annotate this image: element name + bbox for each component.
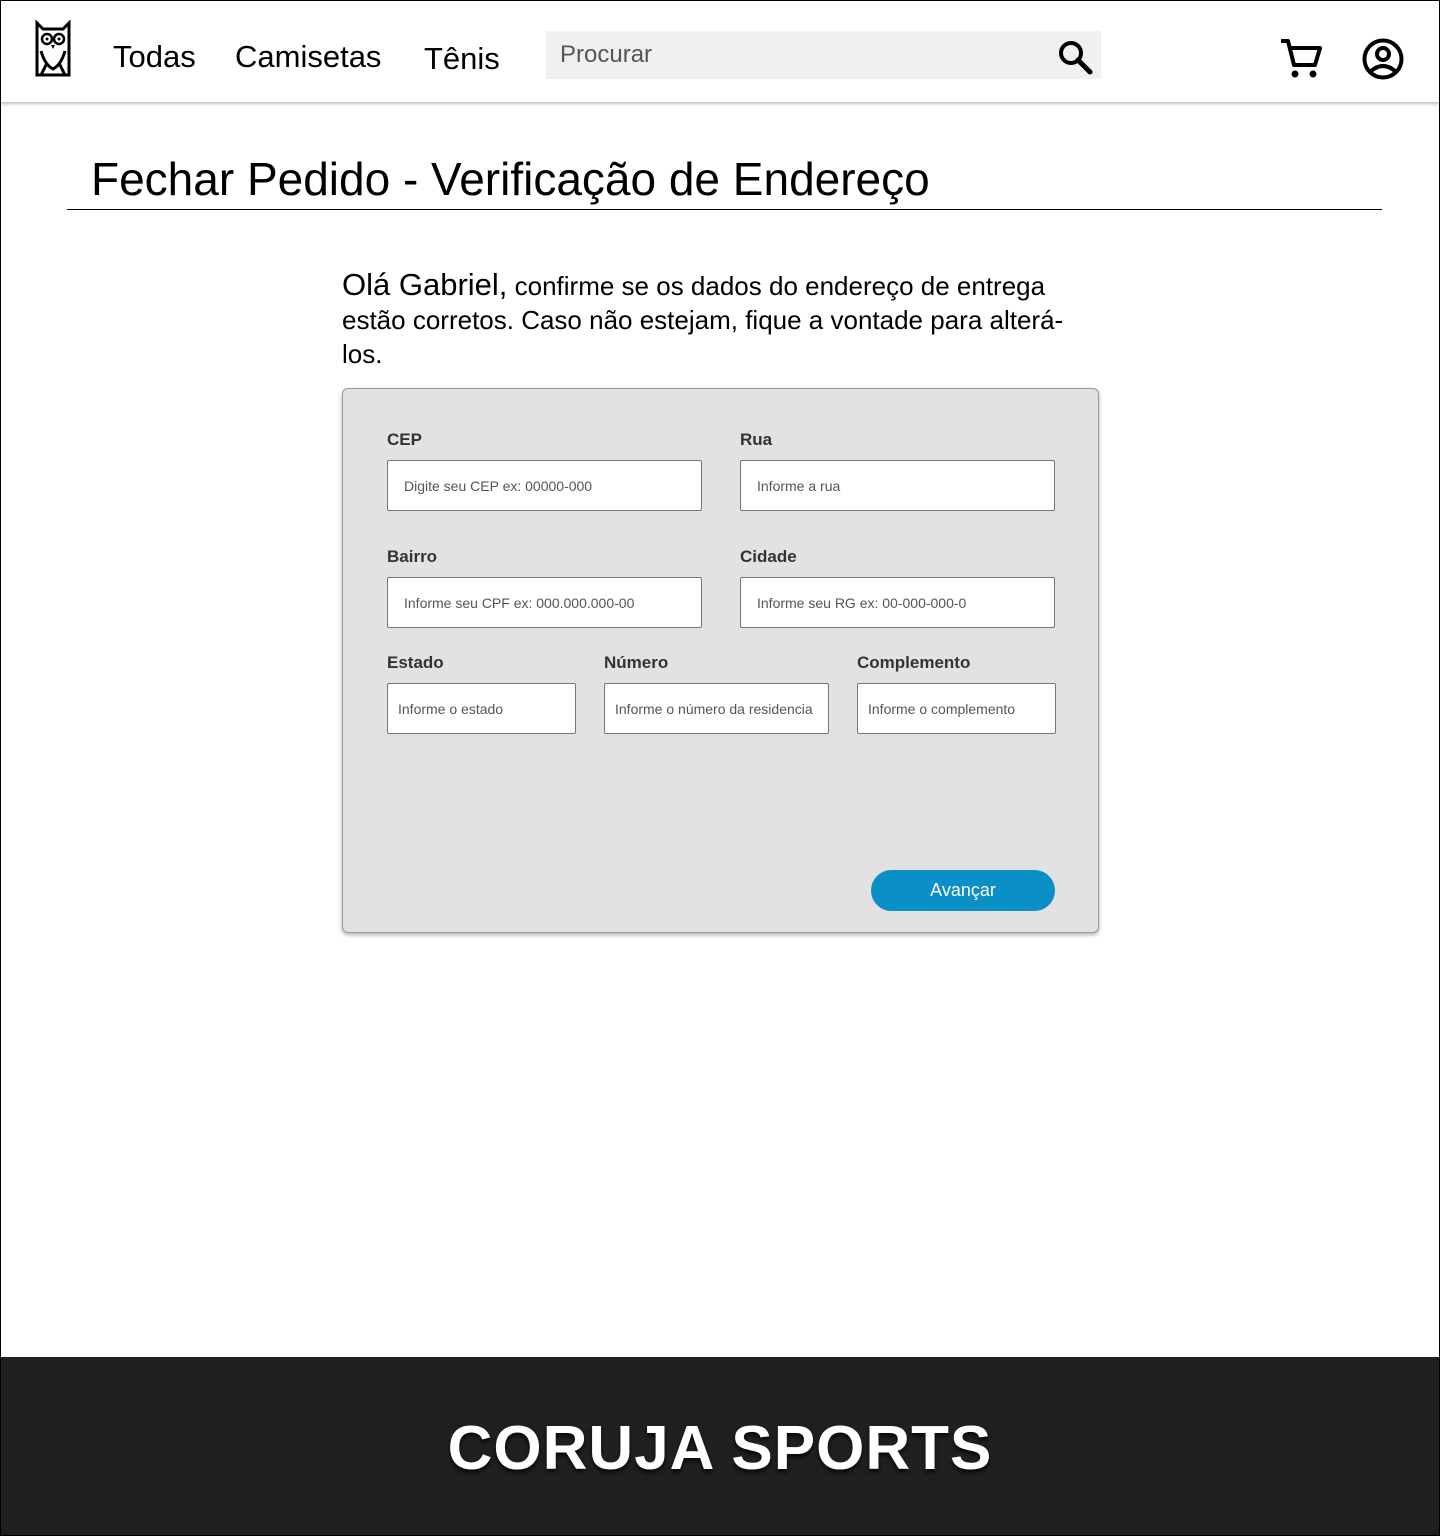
cidade-label: Cidade bbox=[740, 547, 797, 566]
intro-greeting: Olá Gabriel, bbox=[342, 267, 508, 302]
estado-input[interactable] bbox=[387, 683, 576, 734]
bairro-label: Bairro bbox=[387, 547, 438, 566]
nav-camisetas[interactable]: Camisetas bbox=[235, 39, 381, 75]
footer: CORUJA SPORTS bbox=[1, 1357, 1439, 1535]
search-bar bbox=[546, 31, 1101, 79]
bairro-input[interactable] bbox=[387, 577, 702, 628]
complemento-label: Complemento bbox=[857, 653, 971, 672]
nav-todas[interactable]: Todas bbox=[113, 39, 196, 75]
footer-brand: CORUJA SPORTS bbox=[447, 1414, 993, 1483]
cep-input[interactable] bbox=[387, 460, 702, 511]
account-icon[interactable] bbox=[1361, 37, 1405, 81]
cidade-input[interactable] bbox=[740, 577, 1055, 628]
rua-label: Rua bbox=[740, 430, 773, 449]
address-form-card: CEP Rua Bairro Cidade Estado Número Comp… bbox=[342, 388, 1099, 933]
cep-label: CEP bbox=[387, 430, 422, 449]
page-title: Fechar Pedido - Verificação de Endereço bbox=[91, 153, 930, 205]
title-divider bbox=[67, 209, 1382, 210]
rua-input[interactable] bbox=[740, 460, 1055, 511]
cart-icon[interactable] bbox=[1279, 37, 1323, 81]
top-navbar: Todas Camisetas Tênis bbox=[1, 1, 1439, 102]
numero-input[interactable] bbox=[604, 683, 829, 734]
owl-logo-icon[interactable] bbox=[33, 19, 73, 81]
numero-label: Número bbox=[604, 653, 669, 672]
search-input[interactable] bbox=[546, 31, 1046, 79]
nav-tenis[interactable]: Tênis bbox=[424, 41, 500, 77]
estado-label: Estado bbox=[387, 653, 444, 672]
search-icon[interactable] bbox=[1057, 39, 1093, 75]
intro-text: Olá Gabriel, confirme se os dados do end… bbox=[342, 268, 1102, 371]
avancar-button[interactable]: Avançar bbox=[871, 870, 1055, 911]
complemento-input[interactable] bbox=[857, 683, 1056, 734]
